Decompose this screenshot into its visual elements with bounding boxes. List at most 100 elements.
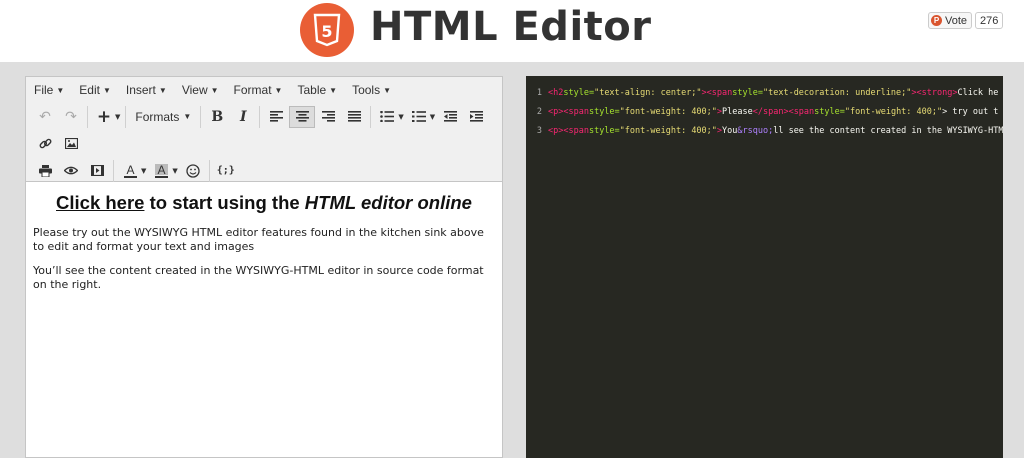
- line-number: 1: [536, 88, 542, 98]
- code-token: You: [722, 126, 738, 136]
- toolbar-divider: [208, 159, 210, 182]
- undo-button[interactable]: ↶: [32, 106, 58, 128]
- heading-text: to start using the: [144, 192, 305, 213]
- chevron-down-icon[interactable]: ▼: [430, 113, 435, 121]
- code-token: "text-align: center;": [594, 88, 702, 98]
- outdent-button[interactable]: [437, 106, 463, 128]
- menu-label: Tools: [352, 83, 381, 97]
- toolbar-divider: [113, 159, 114, 182]
- image-button[interactable]: [58, 133, 84, 155]
- editor-content[interactable]: Click here to start using the HTML edito…: [26, 182, 502, 312]
- insert-button[interactable]: +: [91, 106, 117, 128]
- indent-button[interactable]: [463, 106, 489, 128]
- align-left-button[interactable]: [263, 106, 289, 128]
- code-token: style=: [588, 126, 620, 136]
- svg-text:A: A: [126, 164, 134, 177]
- code-token: <p><span: [548, 126, 589, 136]
- toolbar-divider: [87, 105, 88, 128]
- plus-icon: +: [96, 106, 112, 127]
- code-token: <p><span: [548, 107, 589, 117]
- code-token: ><span: [701, 88, 733, 98]
- code-token: Click he: [957, 88, 999, 98]
- menu-insert[interactable]: Insert ▼: [126, 83, 167, 97]
- text-color-button[interactable]: A: [117, 160, 143, 182]
- smiley-icon: [186, 163, 200, 178]
- toolbar-divider: [200, 105, 202, 128]
- numbered-list-icon: [411, 111, 426, 122]
- toolbar-row-2: [26, 130, 502, 157]
- media-icon: [90, 165, 104, 176]
- code-token: "font-weight: 400;": [844, 107, 943, 117]
- formats-dropdown[interactable]: Formats ▼: [129, 106, 197, 128]
- toolbar-row-1: ↶ ↷ + ▼ Formats ▼ B I ▼ ▼: [26, 103, 502, 130]
- image-icon: [64, 138, 78, 149]
- menu-label: Table: [297, 83, 327, 97]
- chevron-down-icon: ▼: [158, 85, 167, 95]
- chevron-down-icon: ▼: [183, 112, 192, 121]
- header: 5 HTML Editor P Vote 276: [0, 0, 1024, 62]
- heading-emphasis: HTML editor online: [304, 192, 472, 213]
- italic-button[interactable]: I: [230, 106, 256, 128]
- align-center-button[interactable]: [289, 105, 316, 128]
- toolbar-divider: [259, 105, 261, 128]
- background-color-button[interactable]: A: [148, 160, 174, 182]
- product-hunt-vote[interactable]: P Vote 276: [928, 12, 1004, 29]
- align-center-icon: [295, 111, 309, 122]
- source-code-panel[interactable]: 1 <h2 style= "text-align: center;" ><span …: [526, 76, 1003, 458]
- align-justify-button[interactable]: [341, 106, 367, 128]
- code-token: Please: [722, 107, 753, 117]
- chevron-down-icon[interactable]: ▼: [172, 167, 177, 175]
- menubar: File ▼ Edit ▼ Insert ▼ View ▼ Format ▼ Table ▼…: [26, 77, 502, 103]
- vote-button[interactable]: P Vote: [928, 12, 973, 29]
- menu-format[interactable]: Format ▼: [234, 83, 283, 97]
- align-right-button[interactable]: [315, 106, 341, 128]
- bullet-list-button[interactable]: [374, 106, 400, 128]
- code-token: <h2: [548, 88, 564, 98]
- bold-button[interactable]: B: [204, 106, 230, 128]
- code-token: style=: [563, 88, 595, 98]
- code-token: > try out t: [942, 107, 999, 117]
- menu-label: Edit: [79, 83, 100, 97]
- source-code-button[interactable]: {;}: [213, 160, 239, 182]
- bullet-list-icon: [380, 111, 395, 122]
- numbered-list-button[interactable]: [406, 106, 432, 128]
- toolbar-divider: [370, 105, 372, 128]
- chevron-down-icon: ▼: [383, 85, 392, 95]
- menu-tools[interactable]: Tools ▼: [352, 83, 391, 97]
- page-title: HTML Editor: [370, 4, 652, 50]
- menu-table[interactable]: Table ▼: [297, 83, 337, 97]
- link-button[interactable]: [32, 133, 58, 155]
- print-button[interactable]: [32, 160, 58, 182]
- menu-file[interactable]: File ▼: [34, 83, 64, 97]
- align-right-icon: [321, 111, 335, 122]
- indent-icon: [469, 111, 483, 122]
- menu-label: Format: [233, 83, 272, 97]
- html5-logo-icon: 5: [300, 3, 354, 57]
- code-token: </span><span: [752, 107, 815, 117]
- heading-link[interactable]: Click here: [56, 192, 144, 213]
- chevron-down-icon[interactable]: ▼: [141, 167, 146, 175]
- chevron-down-icon[interactable]: ▼: [398, 113, 403, 121]
- link-icon: [39, 138, 51, 149]
- emoticons-button[interactable]: [180, 160, 206, 182]
- chevron-down-icon[interactable]: ▼: [115, 113, 120, 121]
- background-color-icon: A: [154, 163, 168, 178]
- redo-button[interactable]: ↷: [58, 106, 84, 128]
- code-token: "font-weight: 400;": [619, 126, 717, 136]
- chevron-down-icon: ▼: [329, 85, 338, 95]
- text-color-icon: A: [123, 164, 137, 178]
- code-icon: {;}: [216, 165, 235, 176]
- italic-icon: I: [240, 108, 247, 125]
- editor-toolbar: File ▼ Edit ▼ Insert ▼ View ▼ Format ▼ Table ▼…: [26, 77, 502, 182]
- product-hunt-icon: P: [931, 15, 942, 26]
- menu-label: View: [181, 83, 208, 97]
- menu-edit[interactable]: Edit ▼: [79, 83, 111, 97]
- preview-button[interactable]: [58, 160, 84, 182]
- code-line: 3 <p><span style= "font-weight: 400;" > You…: [526, 123, 1003, 139]
- bold-icon: B: [211, 108, 224, 125]
- svg-text:A: A: [157, 164, 165, 177]
- menu-view[interactable]: View ▼: [182, 83, 219, 97]
- align-justify-icon: [347, 111, 361, 122]
- media-button[interactable]: [84, 160, 110, 182]
- align-left-icon: [269, 111, 283, 122]
